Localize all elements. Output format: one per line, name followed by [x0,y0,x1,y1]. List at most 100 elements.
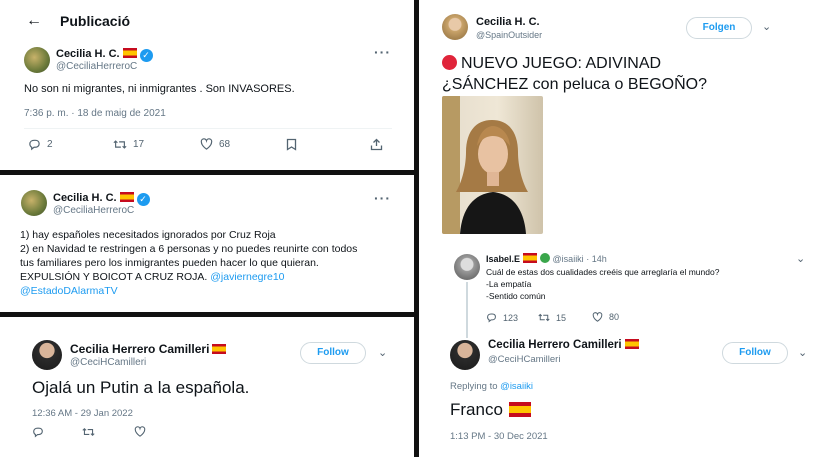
reply-line: -La empatía [486,279,532,289]
verified-icon: ✓ [139,49,153,62]
avatar[interactable] [442,14,468,40]
tweet-timestamp[interactable]: 1:13 PM - 30 Dec 2021 [450,431,548,442]
tweet-text: 1) hay españoles necesitados ignorados p… [20,228,357,298]
author-handle[interactable]: @CeciliaHerreroC [56,61,137,72]
tweet-line: tus familiares pero los inmigrantes pued… [20,257,319,269]
reply-button[interactable]: 2 [28,138,53,151]
retweet-icon [82,428,95,436]
tweet-line: NUEVO JUEGO: ADIVINAD [461,55,662,72]
share-button[interactable] [370,138,389,151]
tweet-text: Ojalá un Putin a la española. [32,378,250,397]
divider-vertical [414,0,419,457]
reply-count: 2 [47,139,53,150]
retweet-count: 15 [556,312,567,323]
divider-horizontal [0,170,414,175]
bookmark-button[interactable] [286,138,303,151]
tweet-text: No son ni migrantes, ni inmigrantes . So… [24,83,295,95]
reply-count: 123 [503,312,519,323]
tweet-timestamp[interactable]: 7:36 p. m. · 18 de maig de 2021 [24,108,166,119]
avatar[interactable] [32,340,62,370]
spain-flag-icon [212,344,227,354]
spain-flag-icon [122,48,137,58]
mention-link[interactable]: @javiernegre10 [210,271,284,283]
heart-icon [134,426,146,437]
replying-to-label: Replying to [450,381,498,392]
tweet-photo[interactable] [442,96,543,234]
page-title: Publicació [60,13,131,29]
author-name[interactable]: Cecilia H. C. [56,48,120,60]
reply-author-handle[interactable]: @isaiiki [553,254,584,264]
author-handle[interactable]: @CeciliaHerreroC [53,205,134,216]
heart-icon [200,138,213,150]
reply-button[interactable] [32,426,50,438]
verified-icon: ✓ [136,193,150,206]
spain-flag-icon [624,339,639,349]
tweet-line: 1) hay españoles necesitados ignorados p… [20,229,276,241]
avatar[interactable] [450,340,480,370]
like-count: 68 [219,138,231,150]
share-icon [370,138,383,151]
tweet-timestamp[interactable]: 12:36 AM - 29 Jan 2022 [32,408,133,419]
reply-time[interactable]: · 14h [586,254,607,264]
arrow-left-icon[interactable]: ← [26,12,42,30]
tweet-text: Franco [450,400,503,419]
reply-icon [29,139,40,151]
like-button[interactable] [134,426,152,437]
more-options-icon[interactable]: ··· [374,190,391,206]
author-handle[interactable]: @SpainOutsider [476,30,542,40]
author-name[interactable]: Cecilia H. C. [476,16,540,28]
follow-button[interactable]: Follow [300,342,366,364]
avatar[interactable] [21,190,47,216]
retweet-button[interactable]: 17 [113,138,144,151]
thread-line [466,282,468,338]
mention-link[interactable]: @EstadoDAlarmaTV [20,284,357,298]
chevron-down-icon[interactable]: ⌄ [798,346,807,359]
follow-button[interactable]: Folgen [686,17,752,39]
tweet-panel-2: Cecilia H. C. ✓ @CeciliaHerreroC ··· 1) h… [8,176,408,312]
author-name[interactable]: Cecilia Herrero Camilleri [70,342,209,356]
chevron-down-icon[interactable]: ⌄ [378,346,387,359]
divider-horizontal [0,312,414,317]
avatar[interactable] [24,47,50,73]
reply-author-name[interactable]: Isabel.E [486,254,520,264]
green-heart-icon [540,253,551,263]
retweet-button[interactable] [82,426,101,438]
spain-flag-icon [523,253,538,263]
like-button[interactable]: 80 [592,312,619,322]
reply-button[interactable]: 123 [486,312,518,323]
chevron-down-icon[interactable]: ⌄ [762,20,771,33]
reply-text: Cuál de estas dos cualidades creéis que … [486,266,719,302]
like-button[interactable]: 68 [200,138,230,150]
mention-link[interactable]: @isaiiki [500,381,533,392]
divider [24,128,392,129]
chevron-down-icon[interactable]: ⌄ [796,252,805,265]
retweet-icon [538,313,550,322]
bookmark-icon [286,138,297,151]
woman-portrait-image [442,96,528,234]
author-name[interactable]: Cecilia H. C. [53,192,117,204]
avatar[interactable] [454,254,480,280]
author-handle[interactable]: @CeciHCamilleri [488,354,560,365]
author-name[interactable]: Cecilia Herrero Camilleri [488,339,622,351]
retweet-button[interactable]: 15 [538,312,566,323]
tweet-panel-3: Cecilia Herrero Camilleri @CeciHCamiller… [8,318,408,457]
heart-icon [592,312,603,322]
tweet-panel-1: ← Publicació Cecilia H. C. ✓ @CeciliaHerr… [8,0,408,170]
red-circle-icon [442,55,457,70]
tweet-line: ¿SÁNCHEZ con peluca o BEGOÑO? [442,76,707,93]
reply-icon [33,427,43,438]
tweet-line: EXPULSIÓN Y BOICOT A CRUZ ROJA. [20,271,208,283]
retweet-count: 17 [133,139,145,150]
reply-icon [487,313,496,323]
spain-flag-icon [508,402,531,417]
author-handle[interactable]: @CeciHCamilleri [70,357,146,368]
more-options-icon[interactable]: ··· [374,44,391,60]
like-count: 80 [609,312,620,322]
tweet-panel-4: Cecilia H. C. @SpainOutsider Folgen ⌄ NU… [422,0,827,457]
tweet-line: 2) en Navidad te restringen a 6 personas… [20,243,358,255]
tweet-text: NUEVO JUEGO: ADIVINAD ¿SÁNCHEZ con peluc… [442,53,707,95]
follow-button[interactable]: Follow [722,342,788,364]
reply-line: -Sentido común [486,291,546,301]
reply-card: Isabel.E @isaiiki · 14h ⌄ Cuál de estas … [446,246,811,338]
reply-line: Cuál de estas dos cualidades creéis que … [486,267,720,277]
